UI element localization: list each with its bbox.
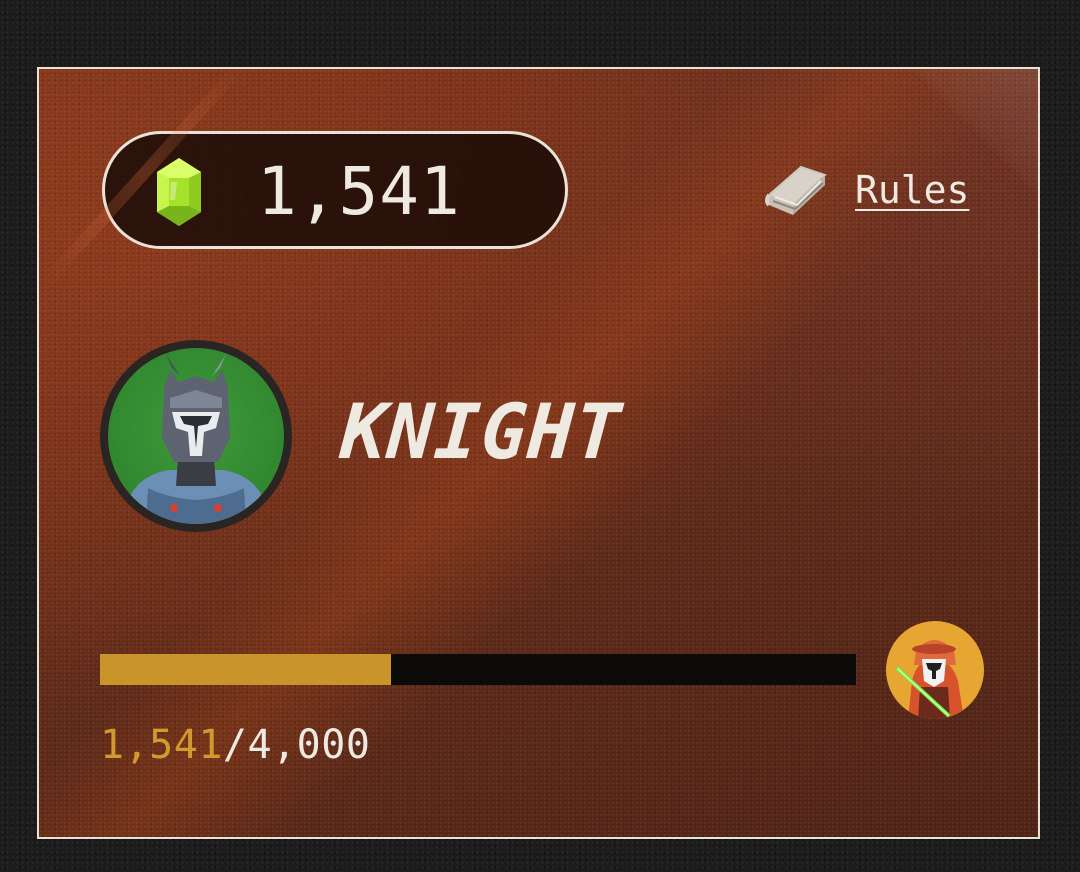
rules-label: Rules (855, 168, 970, 212)
gem-balance-pill: 1,541 (102, 131, 568, 249)
rank-progress-fill (100, 654, 392, 685)
book-icon (765, 165, 827, 215)
hooded-warrior-avatar-icon (896, 640, 964, 719)
progress-current-value: 1,541 (100, 722, 223, 768)
armored-knight-avatar-icon (122, 354, 270, 524)
rank-progress-bar (100, 654, 856, 685)
rules-link[interactable]: Rules (761, 161, 969, 219)
progress-separator: / (222, 722, 248, 768)
next-rank-avatar (886, 621, 984, 719)
rank-card: 1,541 Rules KNIGHT 1,541/4,000 (37, 67, 1040, 839)
green-gem-icon (157, 158, 201, 226)
rank-progress-text: 1,541/4,000 (100, 722, 370, 768)
gem-balance-value: 1,541 (257, 153, 461, 230)
knight-avatar (100, 340, 292, 532)
progress-target-value: 4,000 (247, 722, 371, 768)
rank-title: KNIGHT (337, 387, 625, 476)
